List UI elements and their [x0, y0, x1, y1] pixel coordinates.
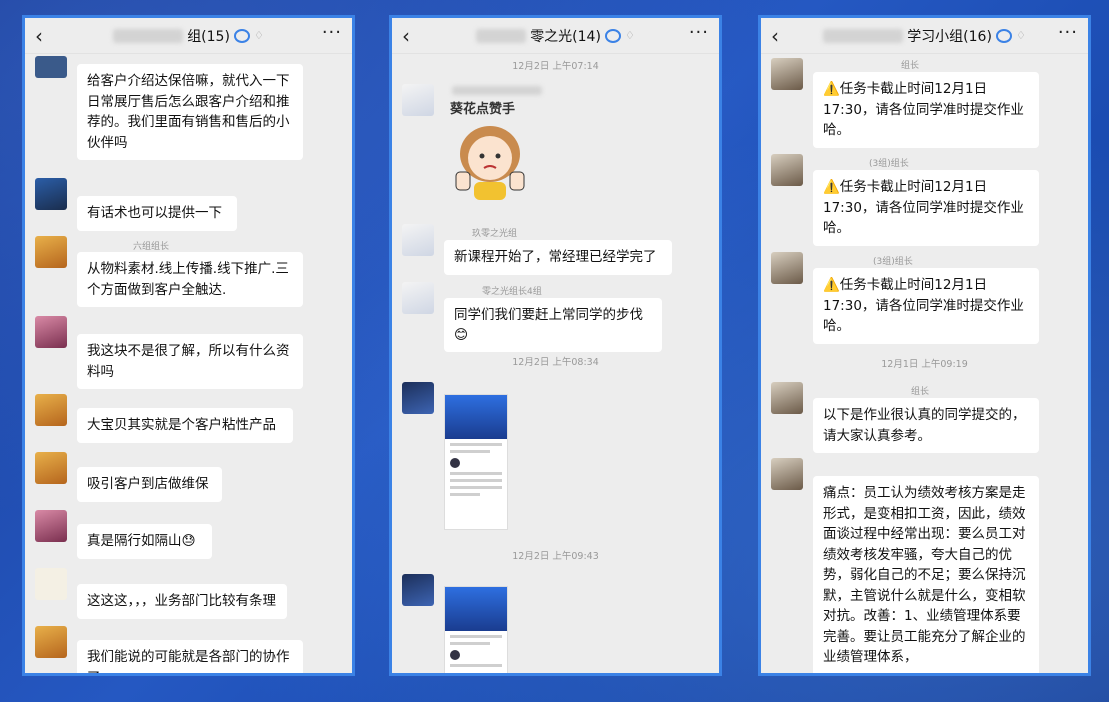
group-title-text: 组(15)	[187, 28, 230, 45]
sender-name: 零之光组长4组	[482, 287, 542, 297]
avatar[interactable]	[771, 252, 803, 284]
emoji-smile-icon: 😊	[454, 327, 469, 343]
chat-header: ‹ 学习小组(16) ♢ ···	[761, 18, 1088, 54]
sticker-caption: 葵花点赞手	[450, 102, 516, 117]
mute-bell-icon: ♢	[624, 29, 635, 42]
mute-bell-icon: ♢	[253, 29, 264, 42]
message-text: 同学们我们要赶上常同学的步伐	[454, 307, 643, 323]
timestamp: 12月2日 上午09:43	[512, 551, 599, 562]
card-banner	[445, 587, 507, 631]
avatar[interactable]	[35, 394, 67, 426]
chat-header: ‹ 组(15) ♢ ···	[25, 18, 352, 54]
sender-name: (3组)组长	[869, 159, 909, 169]
chat-screenshot-1: ‹ 组(15) ♢ ··· 给客户介绍达保倍嘛，就代入一下日常展厅售后怎么跟客户…	[22, 15, 355, 676]
blurred-group-name	[113, 28, 184, 43]
message-bubble: 从物料素材.线上传播.线下推广.三个方面做到客户全触达.	[77, 252, 303, 307]
avatar[interactable]	[771, 382, 803, 414]
message-bubble: 新课程开始了，常经理已经学完了	[444, 240, 672, 275]
more-dots-icon[interactable]: ···	[689, 22, 709, 43]
message-list[interactable]: 12月2日 上午07:14 葵花点赞手 玖零之光组 新课程开始了，常经理已经学完…	[392, 54, 719, 673]
sticker-image[interactable]: 葵花点赞手	[444, 98, 540, 202]
shared-article-card[interactable]	[444, 394, 508, 530]
avatar[interactable]	[35, 56, 67, 78]
message-bubble: ⚠️任务卡截止时间12月1日17:30，请各位同学准时提交作业哈。	[813, 72, 1039, 148]
message-bubble: 有话术也可以提供一下	[77, 196, 237, 231]
sender-name: 组长	[911, 387, 930, 397]
blurred-group-name	[476, 28, 527, 43]
avatar[interactable]	[402, 574, 434, 606]
avatar[interactable]	[35, 316, 67, 348]
chat-title: 零之光(14) ♢	[476, 26, 635, 46]
back-arrow-icon[interactable]: ‹	[35, 24, 43, 48]
shared-article-card[interactable]	[444, 586, 508, 673]
avatar[interactable]	[402, 84, 434, 116]
avatar[interactable]	[771, 458, 803, 490]
message-bubble: 痛点：员工认为绩效考核方案是走形式，是变相扣工资，因此，绩效面谈过程中经常出现：…	[813, 476, 1039, 673]
mute-bell-icon: ♢	[1015, 29, 1026, 42]
message-bubble: ⚠️任务卡截止时间12月1日17:30，请各位同学准时提交作业哈。	[813, 268, 1039, 344]
task-deadline-text: ⚠️任务卡截止时间12月1日17:30，请各位同学准时提交作业哈。	[823, 179, 1024, 236]
avatar[interactable]	[35, 626, 67, 658]
timestamp: 12月2日 上午08:34	[512, 357, 599, 368]
more-dots-icon[interactable]: ···	[322, 22, 342, 43]
group-title-text: 零之光(14)	[530, 28, 601, 45]
back-arrow-icon[interactable]: ‹	[771, 24, 779, 48]
avatar[interactable]	[35, 236, 67, 268]
blurred-group-name	[823, 28, 904, 43]
chat-title: 组(15) ♢	[113, 26, 264, 46]
avatar[interactable]	[35, 452, 67, 484]
message-list[interactable]: 组长 ⚠️任务卡截止时间12月1日17:30，请各位同学准时提交作业哈。 (3组…	[761, 54, 1088, 673]
sender-name: (3组)组长	[873, 257, 913, 267]
message-bubble: 我们能说的可能就是各部门的协作了	[77, 640, 303, 673]
chat-screenshot-2: ‹ 零之光(14) ♢ ··· 12月2日 上午07:14 葵花点赞手 玖零之光…	[389, 15, 722, 676]
message-list[interactable]: 给客户介绍达保倍嘛，就代入一下日常展厅售后怎么跟客户介绍和推荐的。我们里面有销售…	[25, 54, 352, 673]
chat-title: 学习小组(16) ♢	[823, 26, 1026, 46]
avatar[interactable]	[771, 154, 803, 186]
message-bubble: 同学们我们要赶上常同学的步伐 😊	[444, 298, 662, 352]
timestamp: 12月2日 上午07:14	[512, 61, 599, 72]
avatar[interactable]	[402, 282, 434, 314]
sender-name: 六组组长	[133, 242, 170, 252]
back-arrow-icon[interactable]: ‹	[402, 24, 410, 48]
more-dots-icon[interactable]: ···	[1058, 22, 1078, 43]
timestamp: 12月1日 上午09:19	[881, 359, 968, 370]
avatar[interactable]	[35, 568, 67, 600]
group-chat-icon	[233, 28, 250, 43]
message-bubble: 我这块不是很了解，所以有什么资料吗	[77, 334, 303, 389]
avatar[interactable]	[402, 224, 434, 256]
group-title-text: 学习小组(16)	[907, 28, 992, 45]
chat-screenshot-3: ‹ 学习小组(16) ♢ ··· 组长 ⚠️任务卡截止时间12月1日17:30，…	[758, 15, 1091, 676]
avatar[interactable]	[35, 178, 67, 210]
sender-name: 组长	[901, 61, 920, 71]
sender-name: 玖零之光组	[472, 229, 518, 239]
message-bubble: 真是隔行如隔山😓	[77, 524, 212, 559]
message-bubble: 这这这，，，业务部门比较有条理	[77, 584, 287, 619]
message-bubble: ⚠️任务卡截止时间12月1日17:30，请各位同学准时提交作业哈。	[813, 170, 1039, 246]
avatar[interactable]	[35, 510, 67, 542]
blurred-sender-name	[452, 86, 542, 95]
chat-header: ‹ 零之光(14) ♢ ···	[392, 18, 719, 54]
task-deadline-text: ⚠️任务卡截止时间12月1日17:30，请各位同学准时提交作业哈。	[823, 81, 1024, 138]
card-banner	[445, 395, 507, 439]
group-chat-icon	[604, 28, 621, 43]
message-bubble: 给客户介绍达保倍嘛，就代入一下日常展厅售后怎么跟客户介绍和推荐的。我们里面有销售…	[77, 64, 303, 160]
message-bubble: 以下是作业很认真的同学提交的，请大家认真参考。	[813, 398, 1039, 453]
task-deadline-text: ⚠️任务卡截止时间12月1日17:30，请各位同学准时提交作业哈。	[823, 277, 1024, 334]
avatar[interactable]	[771, 58, 803, 90]
message-bubble: 吸引客户到店做维保	[77, 467, 222, 502]
group-chat-icon	[995, 28, 1012, 43]
message-bubble: 大宝贝其实就是个客户粘性产品	[77, 408, 293, 443]
avatar[interactable]	[402, 382, 434, 414]
